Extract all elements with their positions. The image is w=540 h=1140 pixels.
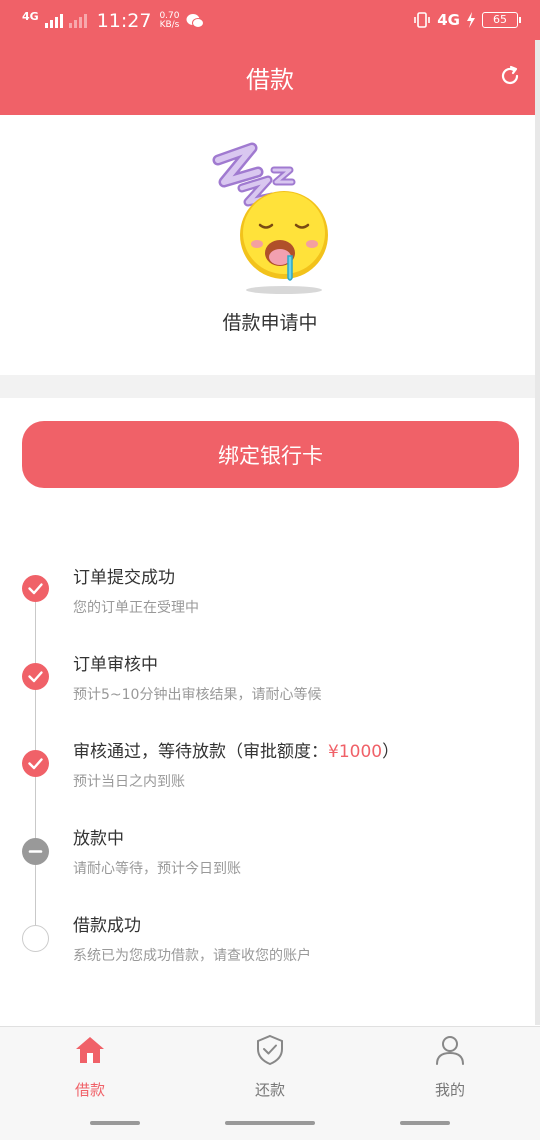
speed-unit: KB/s — [159, 20, 180, 30]
clock: 11:27 — [96, 10, 152, 32]
check-icon — [22, 750, 49, 777]
nav-label: 还款 — [254, 1081, 285, 1099]
network-speed: 0.70 KB/s — [159, 12, 179, 30]
system-nav-bar — [90, 1121, 140, 1125]
step-title-prefix: 审核通过，等待放款（审批额度： — [73, 742, 328, 762]
step-title: 订单提交成功 — [73, 568, 175, 588]
sleeping-emoji-icon — [212, 142, 328, 294]
timeline-step: 订单提交成功 您的订单正在受理中 — [0, 560, 540, 640]
step-description: 系统已为您成功借款，请查收您的账户 — [73, 948, 311, 964]
step-title: 放款中 — [73, 829, 124, 849]
refresh-icon[interactable] — [498, 64, 522, 88]
bind-bank-card-button[interactable]: 绑定银行卡 — [22, 421, 519, 488]
nav-item-repay[interactable]: 还款 — [210, 1027, 330, 1107]
step-title: 审核通过，等待放款（审批额度：¥1000） — [73, 737, 399, 762]
status-right: 4G 65 — [413, 8, 521, 32]
minus-icon — [22, 838, 49, 865]
network-type-right: 4G — [437, 11, 460, 29]
application-status-section: 借款申请中 — [0, 115, 540, 375]
timeline-step: 审核通过，等待放款（审批额度：¥1000） 预计当日之内到账 — [0, 734, 540, 814]
home-icon — [76, 1037, 104, 1063]
network-type-left: 4G — [22, 9, 39, 23]
step-title: 订单审核中 — [73, 655, 158, 675]
step-description: 预计当日之内到账 — [73, 774, 185, 790]
charging-icon — [467, 12, 475, 28]
application-status-text: 借款申请中 — [222, 312, 318, 334]
nav-item-loan[interactable]: 借款 — [30, 1027, 150, 1107]
section-divider — [0, 375, 540, 398]
signal-icon — [44, 14, 63, 28]
shield-check-icon — [257, 1034, 283, 1066]
scroll-indicator — [535, 40, 540, 1025]
page-title: 借款 — [246, 66, 294, 94]
system-nav-bar — [400, 1121, 450, 1125]
nav-label: 借款 — [74, 1081, 105, 1099]
timeline-step: 借款成功 系统已为您成功借款，请查收您的账户 — [0, 908, 540, 988]
step-description: 您的订单正在受理中 — [73, 600, 199, 616]
check-icon — [22, 575, 49, 602]
bottom-navigation: 借款 还款 我的 — [0, 1026, 540, 1140]
timeline-step: 订单审核中 预计5~10分钟出审核结果，请耐心等候 — [0, 647, 540, 727]
status-left: 4G 11:27 0.70 KB/s — [22, 8, 204, 34]
nav-item-mine[interactable]: 我的 — [390, 1027, 510, 1107]
check-icon — [22, 663, 49, 690]
approved-amount: ¥1000 — [328, 742, 383, 762]
step-description: 请耐心等待，预计今日到账 — [73, 861, 241, 877]
status-bar: 4G 11:27 0.70 KB/s 4G 65 — [0, 0, 540, 40]
vibrate-icon — [414, 12, 431, 28]
step-title-suffix: ） — [382, 742, 400, 762]
battery-indicator: 65 — [482, 12, 521, 28]
step-title: 借款成功 — [73, 916, 141, 936]
system-nav-bar — [225, 1121, 315, 1125]
user-icon — [436, 1036, 464, 1065]
empty-circle-icon — [22, 925, 49, 952]
wechat-icon — [186, 14, 204, 28]
nav-label: 我的 — [434, 1081, 465, 1099]
signal-secondary-icon — [68, 14, 87, 28]
app-header: 借款 — [0, 40, 540, 115]
step-description: 预计5~10分钟出审核结果，请耐心等候 — [73, 687, 322, 703]
timeline-step: 放款中 请耐心等待，预计今日到账 — [0, 821, 540, 901]
